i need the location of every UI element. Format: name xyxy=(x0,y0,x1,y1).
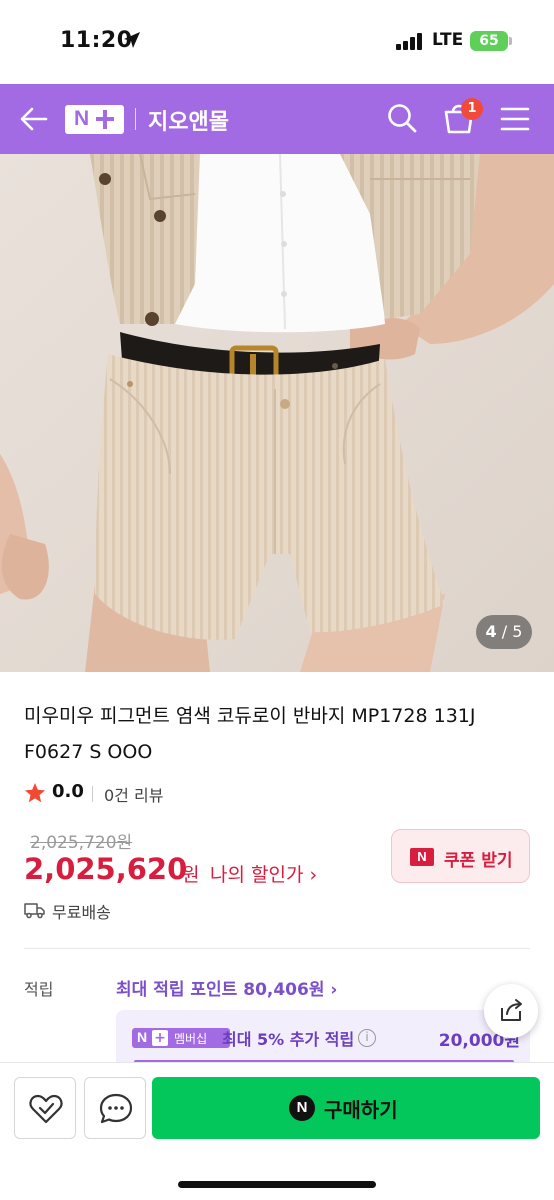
buy-button[interactable]: N 구매하기 xyxy=(152,1077,540,1139)
talk-talk-button[interactable] xyxy=(84,1077,146,1139)
naver-pay-n-icon: N xyxy=(289,1095,315,1121)
naver-plus-logo[interactable]: N xyxy=(65,105,124,134)
product-image[interactable] xyxy=(0,154,554,672)
max-points-link[interactable]: 최대 적립 포인트 80,406원 › xyxy=(116,975,337,1000)
membership-points-box[interactable]: N + 멤버십 최대 5% 추가 적립 i 20,000원 xyxy=(116,1010,530,1070)
image-counter-total: 5 xyxy=(512,622,523,641)
rating-divider xyxy=(92,786,93,802)
cart-count-badge: 1 xyxy=(461,98,483,120)
share-icon xyxy=(501,999,522,1021)
naver-plus-membership-badge: N + 멤버십 xyxy=(132,1028,230,1048)
sale-price-currency: 원 xyxy=(182,864,200,886)
battery-icon: 65 xyxy=(470,31,508,51)
wishlist-button[interactable] xyxy=(14,1077,76,1139)
bottom-action-bar: N 구매하기 xyxy=(0,1062,554,1200)
status-bar: 11:20 LTE 65 xyxy=(0,0,554,84)
chat-bubble-icon xyxy=(99,1093,133,1124)
product-photo-illustration xyxy=(0,154,554,672)
membership-extra-points: 최대 5% 추가 적립 xyxy=(222,1030,355,1049)
truck-icon xyxy=(24,903,45,919)
my-discount-price-link[interactable]: 나의 할인가 › xyxy=(210,860,317,887)
rating-value: 0.0 xyxy=(52,781,84,802)
star-icon xyxy=(25,783,45,803)
search-icon[interactable] xyxy=(386,102,418,134)
logo-n: N xyxy=(74,107,90,130)
info-icon[interactable]: i xyxy=(358,1029,376,1047)
section-divider xyxy=(24,948,530,949)
original-price: 2,025,720원 xyxy=(30,833,133,853)
home-indicator xyxy=(178,1181,376,1188)
location-arrow-icon xyxy=(124,32,140,48)
review-count-link[interactable]: 0건 리뷰 xyxy=(104,782,163,806)
image-counter: 4 / 5 xyxy=(476,615,532,649)
image-counter-current: 4 xyxy=(485,622,497,641)
naver-n-icon: N xyxy=(410,848,434,866)
battery-tip xyxy=(509,37,512,45)
sale-price: 2,025,620 xyxy=(24,852,188,886)
membership-badge-text: 멤버십 xyxy=(174,1032,208,1046)
points-label: 적립 xyxy=(24,980,54,999)
coupon-download-button[interactable]: N 쿠폰 받기 xyxy=(391,829,530,883)
image-counter-separator: / xyxy=(501,622,508,641)
hamburger-menu-icon[interactable] xyxy=(500,106,530,132)
shipping-label: 무료배송 xyxy=(52,903,111,922)
heart-check-icon xyxy=(29,1094,63,1124)
signal-icon xyxy=(396,32,424,50)
network-type: LTE xyxy=(432,30,464,50)
logo-plus-horizontal xyxy=(96,117,114,121)
share-button[interactable] xyxy=(484,984,538,1038)
badge-plus-icon: + xyxy=(152,1030,168,1046)
product-title: 미우미우 피그먼트 염색 코듀로이 반바지 MP1728 131J F0627 … xyxy=(24,705,476,763)
badge-n: N xyxy=(137,1029,148,1045)
store-name[interactable]: 지오앤몰 xyxy=(148,104,229,136)
back-arrow-icon[interactable] xyxy=(18,104,50,134)
coupon-button-label: 쿠폰 받기 xyxy=(444,851,513,871)
header-divider xyxy=(135,108,136,130)
buy-button-label: 구매하기 xyxy=(324,1098,398,1122)
